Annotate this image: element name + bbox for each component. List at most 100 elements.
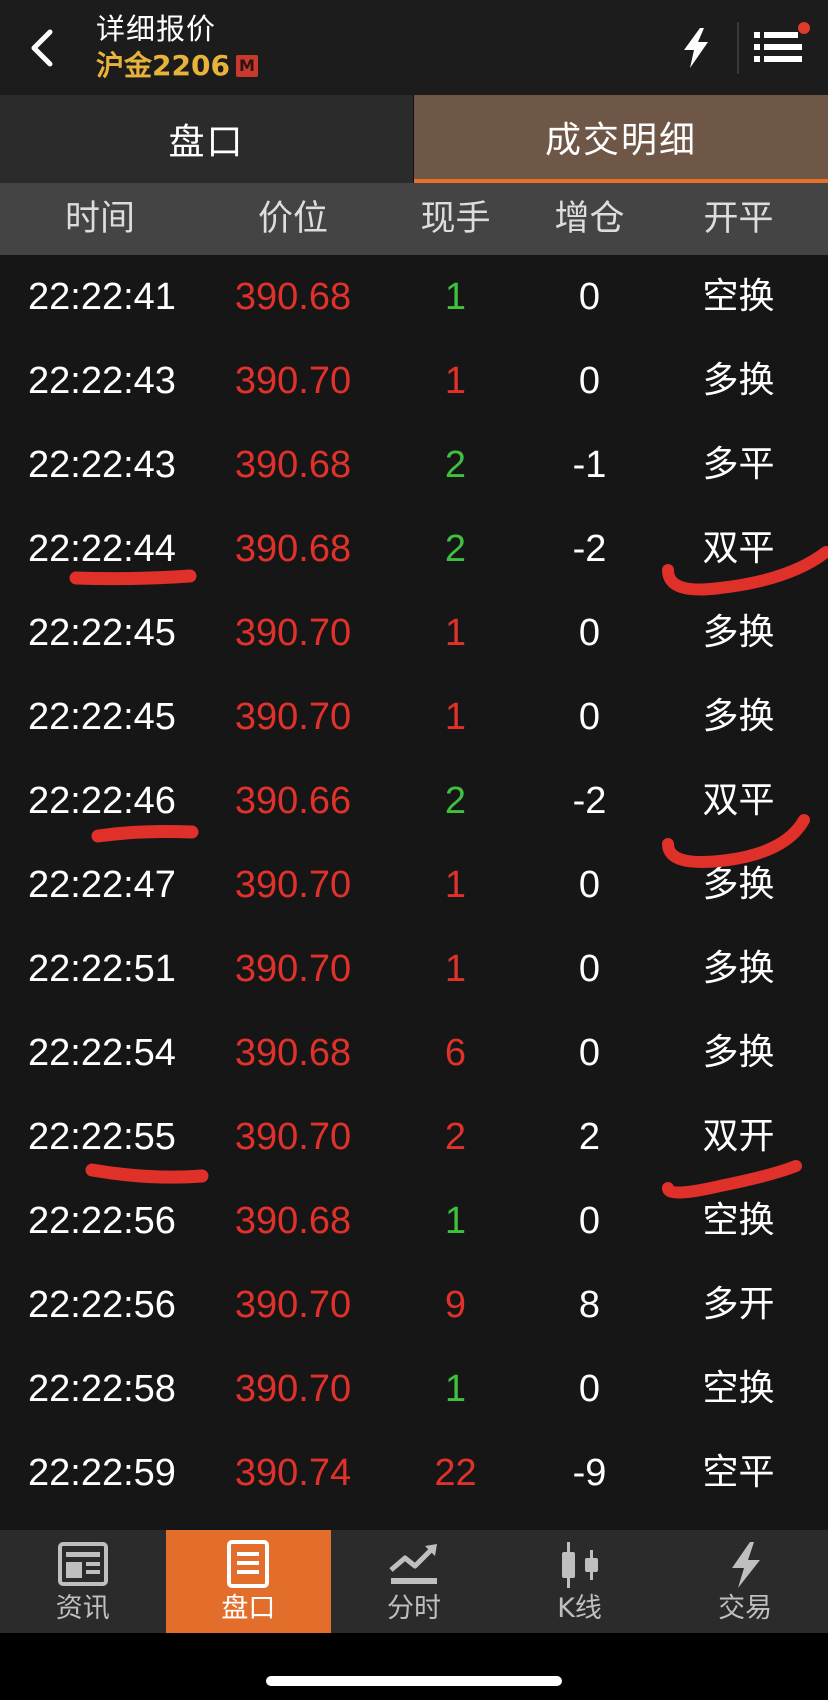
cell-price: 390.70 [234, 1116, 352, 1158]
nav-label-intraday: 分时 [386, 1593, 441, 1624]
table-row[interactable]: 22:22:45 390.70 1 0 多换 [0, 591, 828, 675]
contract-row: 沪金2206 M [96, 50, 258, 82]
cell-open-close: 多换 [702, 948, 775, 989]
app-screen: 详细报价 沪金2206 M 盘口 成交明细 时间 价位 现手 增仓 开平 22:… [0, 0, 828, 1700]
cell-volume: 9 [444, 1284, 467, 1326]
cell-open-close: 多换 [702, 612, 775, 653]
table-row[interactable]: 22:22:47 390.70 1 0 多换 [0, 843, 828, 927]
nav-item-order-book[interactable]: 盘口 [165, 1530, 332, 1633]
cell-volume: 1 [444, 696, 467, 738]
title-block: 详细报价 沪金2206 M [96, 12, 258, 82]
cell-time: 22:22:46 [28, 780, 176, 822]
cell-volume: 2 [444, 528, 467, 570]
nav-label-order-book: 盘口 [221, 1593, 276, 1624]
table-row[interactable]: 22:22:51 390.70 1 0 多换 [0, 927, 828, 1011]
home-indicator[interactable] [266, 1676, 562, 1686]
table-header: 时间 价位 现手 增仓 开平 [0, 183, 828, 255]
lightning-icon[interactable] [676, 26, 716, 70]
table-row[interactable]: 22:22:54 390.68 6 0 多换 [0, 1011, 828, 1095]
nav-item-trade[interactable]: 交易 [662, 1530, 828, 1633]
cell-open-interest: -2 [572, 780, 607, 822]
cell-price: 390.74 [234, 1452, 352, 1494]
trade-list[interactable]: 22:22:41 390.68 1 0 空换 22:22:43 390.70 1 0 多换 22:2… [0, 255, 828, 1530]
cell-open-interest: 0 [578, 696, 601, 738]
column-header-time: 时间 [64, 199, 135, 239]
table-row[interactable]: 22:22:55 390.70 2 2 双开 [0, 1095, 828, 1179]
page-title: 详细报价 [96, 12, 217, 46]
cell-open-interest: 0 [578, 948, 601, 990]
column-header-open-interest: 增仓 [554, 199, 625, 239]
list-menu-icon[interactable] [752, 24, 804, 70]
cell-open-interest: 0 [578, 612, 601, 654]
nav-item-kline[interactable]: K线 [497, 1530, 663, 1633]
cell-time: 22:22:54 [28, 1032, 176, 1074]
nav-item-news[interactable]: 资讯 [0, 1530, 166, 1633]
cell-open-interest: 0 [578, 1032, 601, 1074]
cell-price: 390.70 [234, 1284, 352, 1326]
cell-open-interest: 0 [578, 1368, 601, 1410]
column-header-price: 价位 [257, 199, 328, 239]
table-row[interactable]: 22:22:41 390.68 1 0 空换 [0, 255, 828, 339]
chevron-left-icon[interactable] [22, 26, 66, 70]
nav-item-intraday[interactable]: 分时 [331, 1530, 497, 1633]
contract-name: 沪金2206 [96, 49, 230, 82]
cell-volume: 2 [444, 780, 467, 822]
cell-open-interest: -9 [572, 1452, 607, 1494]
tab-bar: 盘口 成交明细 [0, 95, 828, 183]
table-row[interactable]: 22:22:58 390.70 1 0 空换 [0, 1347, 828, 1431]
trend-line-icon [389, 1544, 437, 1584]
table-row[interactable]: 22:22:56 390.70 9 8 多开 [0, 1263, 828, 1347]
tab-order-book[interactable]: 盘口 [0, 95, 414, 183]
cell-price: 390.70 [234, 1368, 352, 1410]
cell-open-close: 双开 [702, 1116, 775, 1157]
cell-open-close: 空换 [702, 1368, 775, 1409]
table-row[interactable]: 22:22:45 390.70 1 0 多换 [0, 675, 828, 759]
cell-open-close: 多换 [702, 360, 775, 401]
column-header-volume: 现手 [420, 199, 491, 239]
cell-time: 22:22:56 [28, 1200, 176, 1242]
cell-open-interest: 0 [578, 276, 601, 318]
candlestick-icon [561, 1542, 598, 1588]
bottom-navigation: 资讯 盘口 分时 K线 交易 [0, 1530, 828, 1633]
cell-volume: 1 [444, 612, 467, 654]
cell-open-close: 多换 [702, 1032, 775, 1073]
header-bar: 详细报价 沪金2206 M [0, 0, 828, 95]
cell-volume: 1 [444, 948, 467, 990]
cell-open-interest: 0 [578, 1200, 601, 1242]
table-row[interactable]: 22:22:43 390.68 2 -1 多平 [0, 423, 828, 507]
cell-time: 22:22:59 [28, 1452, 176, 1494]
cell-time: 22:22:55 [28, 1116, 176, 1158]
header-divider [737, 22, 739, 74]
tab-trade-details[interactable]: 成交明细 [414, 95, 828, 183]
cell-price: 390.68 [234, 276, 352, 318]
nav-label-trade: 交易 [718, 1593, 773, 1624]
cell-volume: 1 [444, 1368, 467, 1410]
cell-time: 22:22:43 [28, 444, 176, 486]
main-contract-badge: M [235, 55, 258, 77]
table-row[interactable]: 22:22:43 390.70 1 0 多换 [0, 339, 828, 423]
cell-open-close: 空换 [702, 1200, 775, 1241]
cell-time: 22:22:45 [28, 612, 176, 654]
cell-volume: 1 [444, 1200, 467, 1242]
order-book-icon [227, 1540, 270, 1588]
cell-price: 390.70 [234, 864, 352, 906]
cell-open-close: 空换 [702, 276, 775, 317]
table-row[interactable]: 22:22:56 390.68 1 0 空换 [0, 1179, 828, 1263]
cell-price: 390.68 [234, 1032, 352, 1074]
cell-open-interest: -1 [572, 444, 607, 486]
cell-volume: 1 [444, 360, 467, 402]
cell-time: 22:22:44 [28, 528, 176, 570]
nav-label-news: 资讯 [55, 1593, 110, 1624]
table-row[interactable]: 22:22:46 390.66 2 -2 双平 [0, 759, 828, 843]
cell-price: 390.68 [234, 444, 352, 486]
table-row[interactable]: 22:22:59 390.74 22 -9 空平 [0, 1431, 828, 1515]
cell-price: 390.66 [234, 780, 352, 822]
table-row[interactable]: 22:22:44 390.68 2 -2 双平 [0, 507, 828, 591]
cell-price: 390.68 [234, 1200, 352, 1242]
cell-price: 390.70 [234, 612, 352, 654]
cell-open-close: 双平 [702, 780, 775, 821]
home-indicator-area [0, 1633, 828, 1700]
news-icon [57, 1542, 108, 1586]
cell-time: 22:22:47 [28, 864, 176, 906]
cell-time: 22:22:43 [28, 360, 176, 402]
